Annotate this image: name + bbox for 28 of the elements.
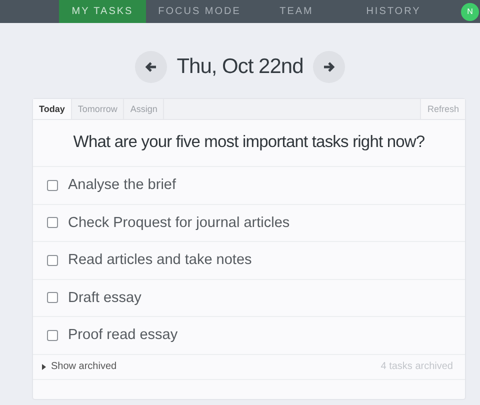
task-text: Read articles and take notes: [68, 252, 252, 268]
task-text: Check Proquest for journal articles: [68, 214, 290, 231]
checkbox[interactable]: [47, 254, 58, 266]
card-tab[interactable]: Tomorrow: [72, 99, 124, 119]
card-tab[interactable]: Today: [33, 99, 72, 119]
task-text: Draft essay: [68, 290, 142, 306]
task-text: Analyse the brief: [68, 177, 176, 194]
caret-icon: [42, 364, 46, 370]
nav-tab[interactable]: TEAM: [253, 0, 340, 23]
nav-tab[interactable]: MY TASKS: [59, 0, 146, 23]
avatar[interactable]: N: [461, 2, 479, 20]
previous-day-button[interactable]: [134, 51, 167, 83]
nav-tab[interactable]: FOCUS MODE: [156, 0, 243, 23]
checkbox[interactable]: [47, 330, 58, 341]
next-day-button[interactable]: [313, 51, 346, 83]
task-text: Proof read essay: [68, 327, 178, 344]
left-arrow-icon: [144, 61, 157, 73]
checkbox[interactable]: [47, 180, 58, 191]
question-heading: What are your five most important tasks right now?: [72, 132, 426, 153]
checkbox[interactable]: [47, 292, 58, 304]
archived-count: 4 tasks archived: [380, 361, 453, 372]
show-archived-toggle[interactable]: Show archived: [42, 361, 117, 372]
nav-tab[interactable]: HISTORY: [350, 0, 437, 23]
refresh-button[interactable]: Refresh: [420, 99, 465, 119]
date-title: Thu, Oct 22nd: [176, 55, 304, 79]
card-tab[interactable]: Assign: [124, 99, 164, 119]
checkbox[interactable]: [47, 217, 58, 228]
right-arrow-icon: [323, 61, 336, 73]
